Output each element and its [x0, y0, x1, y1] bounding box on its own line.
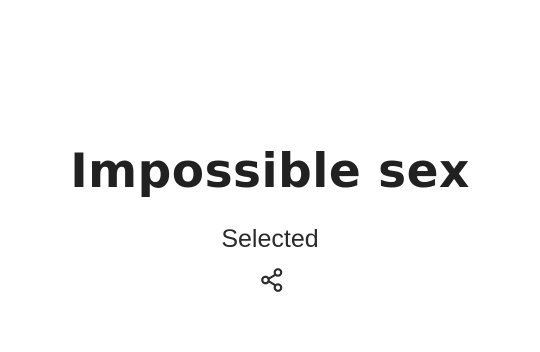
- puzzle-detail-screen: Impossible sex Selected: [0, 0, 540, 352]
- puzzle-title: Impossible sex: [70, 144, 470, 199]
- share-icon: [259, 267, 285, 293]
- selected-status-label: Selected: [221, 225, 319, 253]
- share-button[interactable]: [257, 265, 287, 295]
